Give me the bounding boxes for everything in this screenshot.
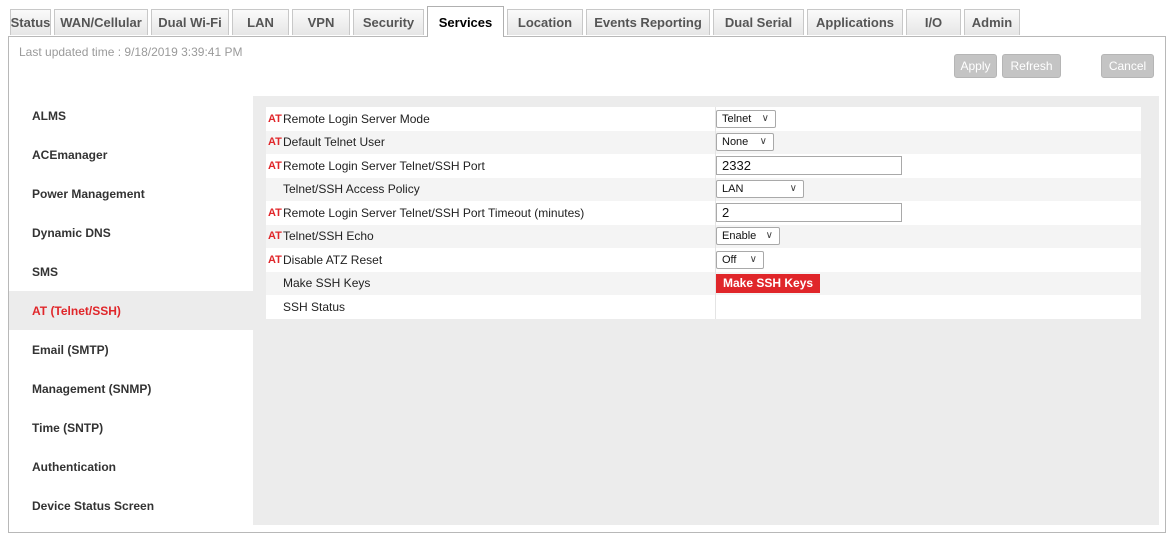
chevron-down-icon: ∨ [749, 253, 757, 265]
sidebar-item-dynamic-dns[interactable]: Dynamic DNS [9, 213, 253, 252]
make-ssh-keys-button[interactable]: Make SSH Keys [716, 273, 821, 293]
chevron-down-icon: ∨ [759, 136, 767, 148]
sidebar-item-email-smtp[interactable]: Email (SMTP) [9, 330, 253, 369]
sidebar-item-management-snmp[interactable]: Management (SNMP) [9, 369, 253, 408]
select-value: Telnet [722, 112, 752, 125]
setting-row-default-telnet-user: AT Default Telnet User None ∨ [266, 130, 1141, 154]
tab-io[interactable]: I/O [906, 9, 961, 35]
telnet-ssh-port-field[interactable]: 2332 [716, 156, 902, 176]
remote-login-mode-select[interactable]: Telnet ∨ [716, 109, 776, 128]
setting-label: SSH Status [283, 299, 346, 314]
tab-bar: Status WAN/Cellular Dual Wi-Fi LAN VPN S… [0, 0, 1174, 37]
at-command-marker: AT [268, 206, 282, 219]
sidebar-item-power-management[interactable]: Power Management [9, 174, 253, 213]
at-command-marker: AT [268, 253, 282, 266]
setting-label: Telnet/SSH Access Policy [283, 182, 420, 197]
sidebar-item-at-telnet-ssh[interactable]: AT (Telnet/SSH) [9, 291, 253, 330]
chevron-down-icon: ∨ [789, 183, 797, 195]
tab-security[interactable]: Security [353, 9, 424, 35]
tab-lan[interactable]: LAN [232, 9, 289, 35]
select-value: Enable [722, 230, 757, 243]
setting-row-ssh-status: SSH Status [266, 295, 1141, 319]
content-frame: Last updated time : 9/18/2019 3:39:41 PM… [8, 36, 1166, 533]
setting-label: Make SSH Keys [283, 276, 371, 291]
setting-row-telnet-ssh-echo: AT Telnet/SSH Echo Enable ∨ [266, 224, 1141, 248]
select-value: LAN [722, 183, 744, 196]
tab-vpn[interactable]: VPN [292, 9, 350, 35]
setting-label: Remote Login Server Telnet/SSH Port Time… [283, 205, 585, 220]
sidebar: ALMS ACEmanager Power Management Dynamic… [9, 96, 253, 525]
sidebar-item-acemanager[interactable]: ACEmanager [9, 135, 253, 174]
setting-label: Remote Login Server Mode [283, 111, 430, 126]
setting-label: Telnet/SSH Echo [283, 229, 374, 244]
setting-row-telnet-ssh-port: AT Remote Login Server Telnet/SSH Port 2… [266, 154, 1141, 178]
setting-row-make-ssh-keys: Make SSH Keys Make SSH Keys [266, 271, 1141, 295]
default-telnet-user-select[interactable]: None ∨ [716, 133, 774, 152]
apply-button[interactable]: Apply [954, 54, 997, 78]
setting-label: Disable ATZ Reset [283, 252, 383, 267]
tab-dual-wifi[interactable]: Dual Wi-Fi [151, 9, 229, 35]
tab-location[interactable]: Location [507, 9, 583, 35]
select-value: Off [722, 253, 737, 266]
setting-row-disable-atz-reset: AT Disable ATZ Reset Off ∨ [266, 248, 1141, 272]
sidebar-item-authentication[interactable]: Authentication [9, 447, 253, 486]
tab-status[interactable]: Status [10, 9, 51, 35]
port-timeout-field[interactable]: 2 [716, 203, 902, 223]
settings-table: AT Remote Login Server Mode Telnet ∨ AT … [266, 107, 1141, 319]
refresh-button[interactable]: Refresh [1002, 54, 1061, 78]
sidebar-item-device-status-screen[interactable]: Device Status Screen [9, 486, 253, 525]
cancel-button[interactable]: Cancel [1101, 54, 1154, 78]
setting-row-access-policy: Telnet/SSH Access Policy LAN ∨ [266, 177, 1141, 201]
tab-dual-serial[interactable]: Dual Serial [713, 9, 804, 35]
chevron-down-icon: ∨ [761, 112, 769, 124]
settings-panel: AT Remote Login Server Mode Telnet ∨ AT … [253, 96, 1159, 525]
setting-label: Remote Login Server Telnet/SSH Port [283, 158, 485, 173]
telnet-ssh-echo-select[interactable]: Enable ∨ [716, 227, 780, 246]
sidebar-item-alms[interactable]: ALMS [9, 96, 253, 135]
access-policy-select[interactable]: LAN ∨ [716, 180, 804, 199]
at-command-marker: AT [268, 230, 282, 243]
sidebar-item-sms[interactable]: SMS [9, 252, 253, 291]
last-updated-text: Last updated time : 9/18/2019 3:39:41 PM [19, 45, 243, 59]
tab-wan-cellular[interactable]: WAN/Cellular [54, 9, 148, 35]
tab-admin[interactable]: Admin [964, 9, 1020, 35]
at-command-marker: AT [268, 159, 282, 172]
setting-label: Default Telnet User [283, 135, 385, 150]
tab-events-reporting[interactable]: Events Reporting [586, 9, 710, 35]
sidebar-item-time-sntp[interactable]: Time (SNTP) [9, 408, 253, 447]
select-value: None [722, 136, 749, 149]
chevron-down-icon: ∨ [765, 230, 773, 242]
tab-services[interactable]: Services [427, 6, 504, 37]
disable-atz-reset-select[interactable]: Off ∨ [716, 250, 764, 269]
setting-row-port-timeout: AT Remote Login Server Telnet/SSH Port T… [266, 201, 1141, 225]
tab-applications[interactable]: Applications [807, 9, 903, 35]
setting-row-remote-login-mode: AT Remote Login Server Mode Telnet ∨ [266, 107, 1141, 131]
at-command-marker: AT [268, 112, 282, 125]
at-command-marker: AT [268, 136, 282, 149]
